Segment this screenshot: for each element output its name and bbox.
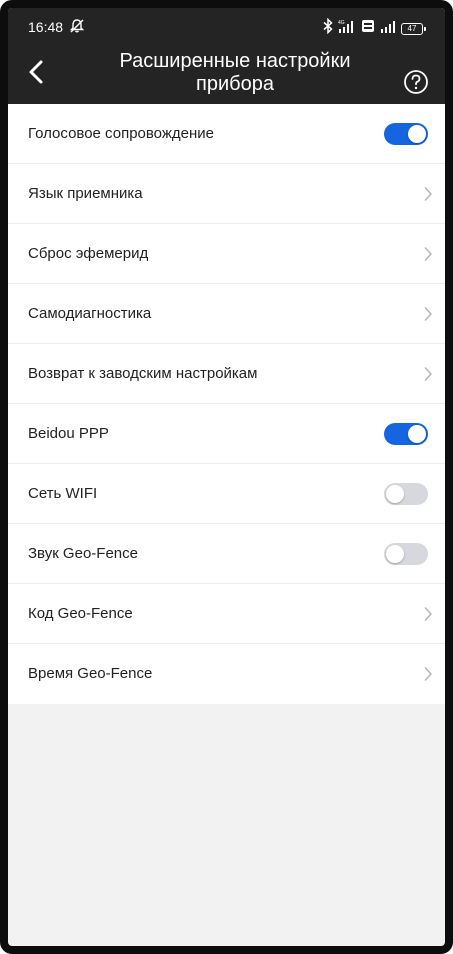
volte-icon bbox=[361, 19, 375, 38]
app-header: 16:48 4G 47 Расширенные настройки прибор… bbox=[8, 8, 445, 104]
help-button[interactable] bbox=[403, 69, 429, 95]
status-icons: 4G 47 bbox=[323, 17, 426, 39]
settings-list: Голосовое сопровождение Язык приемника Сбр… bbox=[8, 104, 445, 704]
battery-icon: 47 bbox=[401, 22, 426, 35]
toggle-switch[interactable] bbox=[384, 483, 428, 505]
settings-row-label: Beidou PPP bbox=[28, 425, 109, 442]
chevron-right-icon bbox=[424, 367, 432, 381]
settings-row-label: Язык приемника bbox=[28, 185, 143, 202]
settings-row[interactable]: Сеть WIFI bbox=[8, 464, 445, 524]
settings-row[interactable]: Сброс эфемерид bbox=[8, 224, 445, 284]
settings-row[interactable]: Возврат к заводским настройкам bbox=[8, 344, 445, 404]
toggle-knob bbox=[408, 125, 426, 143]
toggle-switch[interactable] bbox=[384, 543, 428, 565]
settings-row[interactable]: Звук Geo-Fence bbox=[8, 524, 445, 584]
chevron-right-icon bbox=[424, 247, 432, 261]
settings-row-label: Код Geo-Fence bbox=[28, 605, 133, 622]
chevron-right-icon bbox=[424, 667, 432, 681]
settings-row-label: Возврат к заводским настройкам bbox=[28, 365, 258, 382]
settings-row[interactable]: Время Geo-Fence bbox=[8, 644, 445, 704]
page-title: Расширенные настройки прибора bbox=[119, 50, 351, 95]
toggle-knob bbox=[408, 425, 426, 443]
chevron-left-icon bbox=[29, 60, 43, 84]
settings-row[interactable]: Язык приемника bbox=[8, 164, 445, 224]
back-button[interactable] bbox=[24, 57, 50, 87]
settings-row-label: Время Geo-Fence bbox=[28, 665, 153, 682]
settings-row-label: Голосовое сопровождение bbox=[28, 125, 214, 142]
settings-row-label: Самодиагностика bbox=[28, 305, 152, 322]
settings-row-label: Сброс эфемерид bbox=[28, 245, 149, 262]
settings-row-label: Звук Geo-Fence bbox=[28, 545, 138, 562]
status-bar: 16:48 4G 47 bbox=[8, 8, 445, 46]
toggle-switch[interactable] bbox=[384, 423, 428, 445]
settings-row[interactable]: Beidou PPP bbox=[8, 404, 445, 464]
settings-row[interactable]: Код Geo-Fence bbox=[8, 584, 445, 644]
settings-row[interactable]: Самодиагностика bbox=[8, 284, 445, 344]
chevron-right-icon bbox=[424, 187, 432, 201]
phone-screen: 16:48 4G 47 Расширенные настройки прибор… bbox=[0, 0, 453, 954]
signal-icon bbox=[380, 19, 396, 38]
status-time: 16:48 bbox=[28, 19, 64, 35]
chevron-right-icon bbox=[424, 307, 432, 321]
svg-text:4G: 4G bbox=[338, 20, 345, 26]
chevron-right-icon bbox=[424, 607, 432, 621]
toggle-knob bbox=[386, 545, 404, 563]
signal-4g-icon: 4G bbox=[338, 19, 356, 38]
question-circle-icon bbox=[404, 70, 428, 94]
settings-row[interactable]: Голосовое сопровождение bbox=[8, 104, 445, 164]
toggle-switch[interactable] bbox=[384, 123, 428, 145]
settings-row-label: Сеть WIFI bbox=[28, 485, 98, 502]
bluetooth-icon bbox=[323, 17, 333, 39]
muted-notification-icon bbox=[69, 18, 85, 39]
toggle-knob bbox=[386, 485, 404, 503]
